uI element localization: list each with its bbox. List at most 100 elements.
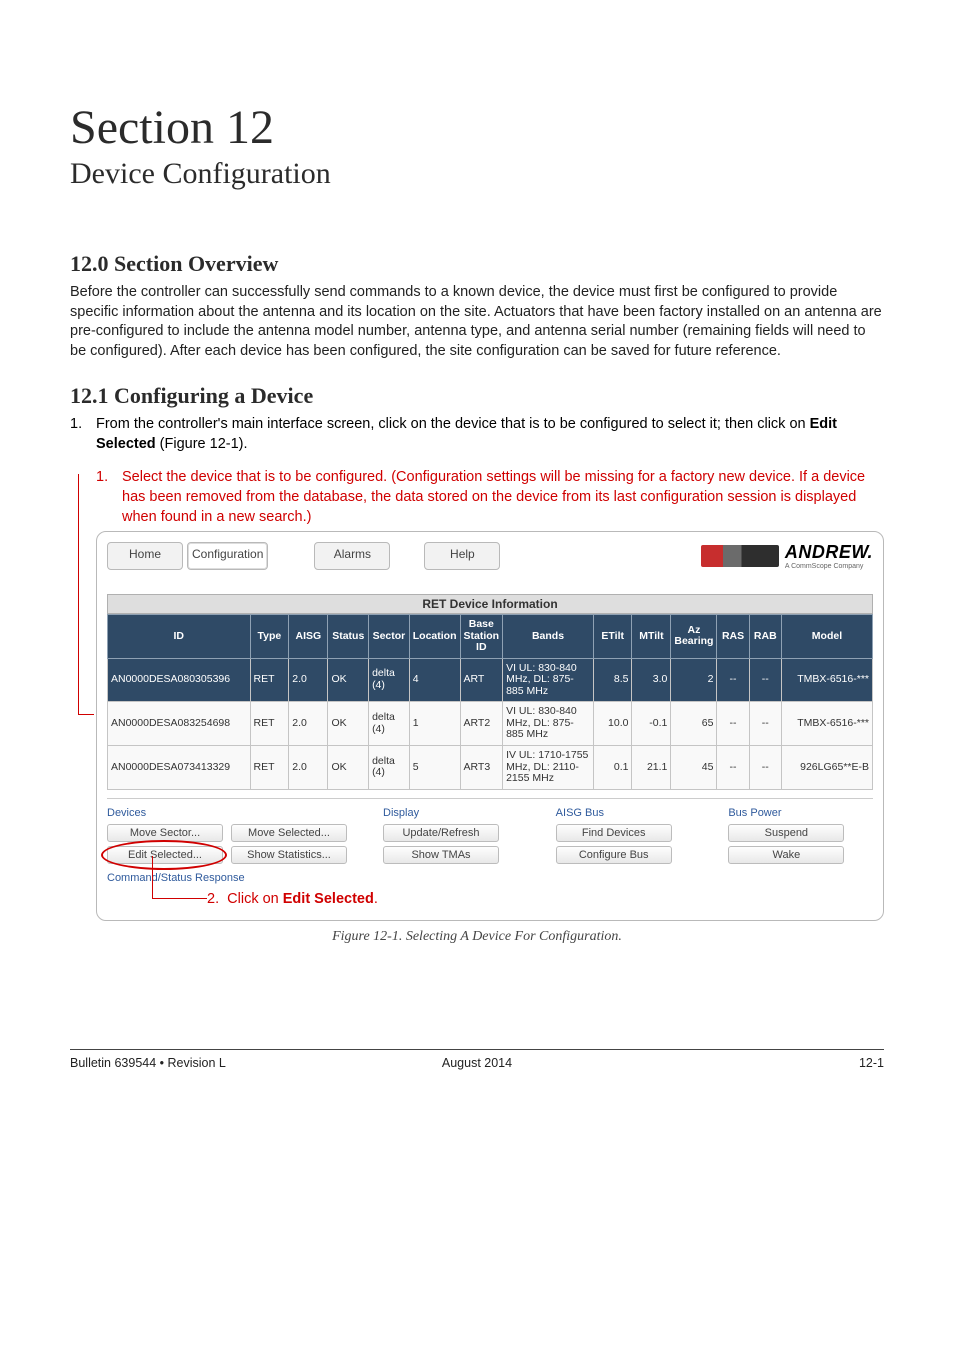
- cell-mtilt: 21.1: [632, 745, 671, 789]
- cell-bearing: 65: [671, 702, 717, 746]
- cell-rab: --: [749, 702, 781, 746]
- devices-panel: Devices Move Sector... Move Selected... …: [107, 807, 355, 866]
- step-1-text: From the controller's main interface scr…: [96, 415, 884, 454]
- section-number: Section 12: [70, 100, 884, 155]
- cell-rab: --: [749, 658, 781, 702]
- cell-id: AN0000DESA080305396: [108, 658, 251, 702]
- annotation-2-text-b: .: [374, 891, 378, 907]
- col-bands[interactable]: Bands: [503, 615, 594, 659]
- step-1-number: 1.: [70, 415, 96, 454]
- display-panel: Display Update/Refresh Show TMAs: [383, 807, 528, 866]
- table-row[interactable]: AN0000DESA080305396 RET 2.0 OK delta (4)…: [108, 658, 873, 702]
- display-title: Display: [383, 807, 528, 819]
- footer-center: August 2014: [341, 1056, 612, 1070]
- col-location[interactable]: Location: [409, 615, 460, 659]
- col-rab[interactable]: RAB: [749, 615, 781, 659]
- suspend-button[interactable]: Suspend: [728, 824, 844, 842]
- cell-type: RET: [250, 745, 289, 789]
- col-etilt[interactable]: ETilt: [593, 615, 632, 659]
- cell-status: OK: [328, 745, 369, 789]
- cell-aisg: 2.0: [289, 745, 328, 789]
- step-1-text-a: From the controller's main interface scr…: [96, 416, 810, 432]
- cell-aisg: 2.0: [289, 702, 328, 746]
- cell-mtilt: -0.1: [632, 702, 671, 746]
- cell-bands: IV UL: 1710-1755 MHz, DL: 2110-2155 MHz: [503, 745, 594, 789]
- col-ras[interactable]: RAS: [717, 615, 749, 659]
- cell-base: ART2: [460, 702, 503, 746]
- find-devices-button[interactable]: Find Devices: [556, 824, 672, 842]
- footer-left: Bulletin 639544 • Revision L: [70, 1056, 341, 1070]
- step-1: 1. From the controller's main interface …: [70, 415, 884, 454]
- annotation-2-text-bold: Edit Selected: [283, 891, 374, 907]
- overview-text: Before the controller can successfully s…: [70, 283, 884, 361]
- annotation-1-text: Select the device that is to be configur…: [122, 468, 884, 527]
- command-status-title: Command/Status Response: [107, 872, 873, 884]
- show-tma-button[interactable]: Show TMAs: [383, 846, 499, 864]
- bus-power-panel: Bus Power Suspend Wake: [728, 807, 873, 866]
- col-az-bearing[interactable]: Az Bearing: [671, 615, 717, 659]
- cell-location: 1: [409, 702, 460, 746]
- col-status[interactable]: Status: [328, 615, 369, 659]
- step-1-text-b: (Figure 12-1).: [156, 436, 248, 452]
- lower-panels: Devices Move Sector... Move Selected... …: [107, 807, 873, 866]
- col-mtilt[interactable]: MTilt: [632, 615, 671, 659]
- aisg-bus-title: AISG Bus: [556, 807, 701, 819]
- brand-subtitle: A CommScope Company: [785, 563, 873, 570]
- cell-location: 5: [409, 745, 460, 789]
- annotation-2-text-a: Click on: [227, 891, 283, 907]
- annotation-1-connector: [78, 474, 94, 715]
- show-statistics-button[interactable]: Show Statistics...: [231, 846, 347, 864]
- cell-model: TMBX-6516-***: [781, 658, 872, 702]
- table-row[interactable]: AN0000DESA073413329 RET 2.0 OK delta (4)…: [108, 745, 873, 789]
- configure-bus-button[interactable]: Configure Bus: [556, 846, 672, 864]
- tab-help[interactable]: Help: [424, 542, 500, 570]
- col-type[interactable]: Type: [250, 615, 289, 659]
- table-header-row: ID Type AISG Status Sector Location Base…: [108, 615, 873, 659]
- cell-etilt: 10.0: [593, 702, 632, 746]
- ret-device-table: ID Type AISG Status Sector Location Base…: [107, 614, 873, 790]
- overview-heading: 12.0 Section Overview: [70, 251, 884, 277]
- tab-alarms[interactable]: Alarms: [314, 542, 390, 570]
- tab-configuration[interactable]: Configuration: [187, 542, 268, 570]
- wake-button[interactable]: Wake: [728, 846, 844, 864]
- cell-ras: --: [717, 658, 749, 702]
- move-selected-button[interactable]: Move Selected...: [231, 824, 347, 842]
- configuring-heading: 12.1 Configuring a Device: [70, 383, 884, 409]
- cell-ras: --: [717, 702, 749, 746]
- cell-base: ART3: [460, 745, 503, 789]
- annotation-2-number: 2.: [207, 891, 219, 907]
- ret-panel-title: RET Device Information: [107, 594, 873, 614]
- bus-power-title: Bus Power: [728, 807, 873, 819]
- divider: [107, 798, 873, 799]
- section-title: Device Configuration: [70, 157, 884, 191]
- brand-logo-icon: [701, 545, 779, 567]
- cell-type: RET: [250, 658, 289, 702]
- brand-name: ANDREW.: [785, 542, 873, 563]
- col-aisg[interactable]: AISG: [289, 615, 328, 659]
- annotation-2: 2. Click on Edit Selected.: [207, 891, 378, 907]
- annotation-1-number: 1.: [96, 468, 122, 527]
- cell-location: 4: [409, 658, 460, 702]
- update-refresh-button[interactable]: Update/Refresh: [383, 824, 499, 842]
- table-row[interactable]: AN0000DESA083254698 RET 2.0 OK delta (4)…: [108, 702, 873, 746]
- figure-caption: Figure 12-1. Selecting A Device For Conf…: [70, 929, 884, 945]
- move-sector-button[interactable]: Move Sector...: [107, 824, 223, 842]
- col-sector[interactable]: Sector: [369, 615, 410, 659]
- tab-home[interactable]: Home: [107, 542, 183, 570]
- cell-model: 926LG65**E-B: [781, 745, 872, 789]
- cell-sector: delta (4): [369, 658, 410, 702]
- col-base-station-id[interactable]: Base Station ID: [460, 615, 503, 659]
- col-model[interactable]: Model: [781, 615, 872, 659]
- annotation-2-connector: [152, 856, 207, 899]
- footer-rule: [70, 1049, 884, 1050]
- cell-bearing: 2: [671, 658, 717, 702]
- cell-model: TMBX-6516-***: [781, 702, 872, 746]
- cell-sector: delta (4): [369, 702, 410, 746]
- cell-aisg: 2.0: [289, 658, 328, 702]
- footer-right: 12-1: [613, 1056, 884, 1070]
- aisg-bus-panel: AISG Bus Find Devices Configure Bus: [556, 807, 701, 866]
- col-id[interactable]: ID: [108, 615, 251, 659]
- cell-base: ART: [460, 658, 503, 702]
- cell-bands: VI UL: 830-840 MHz, DL: 875-885 MHz: [503, 702, 594, 746]
- page-footer: Bulletin 639544 • Revision L August 2014…: [70, 1056, 884, 1100]
